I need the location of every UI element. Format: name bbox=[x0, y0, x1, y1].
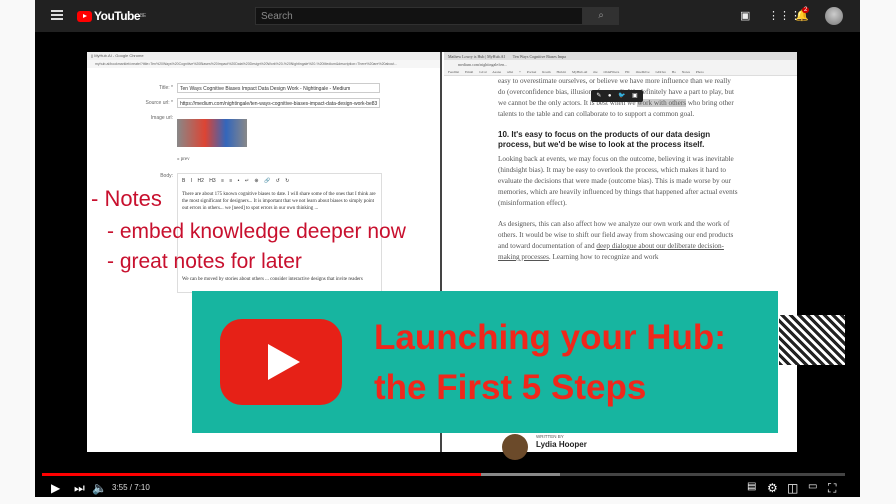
volume-icon[interactable]: 🔈 bbox=[92, 481, 107, 495]
article-heading: 10. It's easy to focus on the products o… bbox=[498, 130, 711, 149]
window-title: || MyHub.AI - Google Chrome bbox=[87, 52, 440, 60]
overlay-note: - Notes bbox=[91, 186, 162, 211]
source-url-field: https://medium.com/nightingale/ten-ways-… bbox=[177, 98, 380, 108]
video-frame: || MyHub.AI - Google Chrome myhub.ai/boo… bbox=[87, 52, 845, 460]
video-player[interactable]: || MyHub.AI - Google Chrome myhub.ai/boo… bbox=[35, 32, 860, 497]
address-bar: myhub.ai/bookmarklet/create/?title=Ten%2… bbox=[87, 60, 440, 68]
bookmarks-bar: Feedlist Email GCal Asana wiki + Pocket … bbox=[444, 68, 797, 76]
overlay-note: - embed knowledge deeper now bbox=[107, 220, 406, 243]
miniplayer-icon[interactable]: ◫ bbox=[787, 481, 798, 495]
play-icon[interactable]: ▶ bbox=[51, 481, 60, 495]
next-icon[interactable]: ⏭ bbox=[74, 481, 85, 496]
title-banner: Launching your Hub: the First 5 Steps bbox=[192, 291, 778, 433]
menu-icon[interactable] bbox=[51, 10, 63, 20]
thumbnail-image bbox=[177, 119, 247, 147]
time-display: 3:55 / 7:10 bbox=[112, 483, 150, 492]
youtube-play-icon bbox=[77, 10, 92, 22]
banner-title: Launching your Hub: the First 5 Steps bbox=[374, 318, 726, 407]
settings-gear-icon[interactable]: ⚙ bbox=[767, 481, 778, 495]
played-bar bbox=[42, 473, 482, 476]
author-name: Lydia Hooper bbox=[536, 440, 587, 449]
highlight-popup: ✎ ● 🐦 ▣ bbox=[591, 90, 643, 102]
region-code: BE bbox=[140, 13, 146, 19]
create-video-icon[interactable]: ▣ bbox=[740, 9, 750, 22]
title-field: Ten Ways Cognitive Biases Impact Data De… bbox=[177, 83, 380, 93]
pattern-graphic bbox=[779, 315, 845, 365]
search-input[interactable]: Search bbox=[255, 7, 583, 25]
fullscreen-icon[interactable]: ⛶ bbox=[828, 481, 836, 496]
youtube-play-logo-icon bbox=[220, 319, 342, 405]
subtitles-icon[interactable]: ▤ bbox=[747, 481, 756, 492]
author-avatar bbox=[502, 434, 528, 460]
overlay-note: - great notes for later bbox=[107, 250, 302, 273]
theater-mode-icon[interactable]: ▭ bbox=[808, 481, 817, 492]
address-bar: medium.com/nightingale/ten... bbox=[444, 60, 797, 68]
youtube-logo[interactable]: YouTube BE bbox=[77, 9, 146, 23]
browser-tabs: Mathew Lowry is Hub | MyHub.AI Ten Ways C… bbox=[444, 52, 797, 60]
avatar[interactable] bbox=[825, 7, 843, 25]
article-text: easy to overestimate ourselves, or belie… bbox=[498, 77, 738, 261]
masthead: YouTube BE Search ⌕ ▣ ⋮⋮⋮ 🔔 2 bbox=[35, 0, 860, 32]
editor-toolbar: B I H2 H3 ≡ ≡ • ↵ ⊕ 🔗 ↺ ↻ bbox=[182, 178, 290, 184]
progress-bar[interactable] bbox=[42, 473, 845, 476]
search-button[interactable]: ⌕ bbox=[583, 7, 619, 25]
